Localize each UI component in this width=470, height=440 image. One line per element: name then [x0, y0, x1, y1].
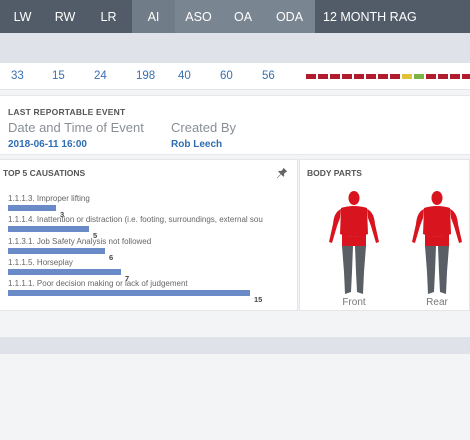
body-rear-figure[interactable]	[407, 190, 467, 298]
rear-label: Rear	[426, 297, 448, 308]
pin-icon[interactable]	[276, 167, 288, 179]
rear-head[interactable]	[431, 191, 443, 205]
rag-segment-red[interactable]	[330, 74, 340, 79]
causation-bar[interactable]	[8, 226, 89, 232]
causation-label: 1.1.1.5. Horseplay	[8, 258, 73, 267]
header-lr[interactable]: LR	[85, 0, 132, 33]
body-parts-panel: BODY PARTS Front Rear	[299, 159, 470, 311]
rag-segment-red[interactable]	[390, 74, 400, 79]
front-right-leg[interactable]	[342, 246, 353, 294]
rag-segment-red[interactable]	[378, 74, 388, 79]
metric-oa-value[interactable]: 60	[220, 70, 233, 82]
causation-bar[interactable]	[8, 248, 105, 254]
body-front-figure[interactable]	[324, 190, 384, 298]
event-date-value: 2018-06-11 16:00	[8, 139, 87, 150]
rag-segment-red[interactable]	[366, 74, 376, 79]
bottom-band	[0, 337, 470, 354]
rag-segment-green[interactable]	[414, 74, 424, 79]
causation-bar[interactable]	[8, 290, 250, 296]
rear-left-leg[interactable]	[438, 246, 449, 294]
metric-ai-value[interactable]: 198	[136, 70, 155, 82]
causation-label: 1.1.1.3. Improper lifting	[8, 194, 90, 203]
front-label: Front	[342, 297, 366, 308]
rag-segment-red[interactable]	[306, 74, 316, 79]
created-by-label: Created By	[171, 120, 237, 135]
date-label: Date and Time of Event	[8, 120, 144, 135]
front-torso[interactable]	[340, 206, 368, 237]
body-parts-title: BODY PARTS	[307, 168, 362, 178]
rag-segment-red[interactable]	[318, 74, 328, 79]
metric-lr-value[interactable]: 24	[94, 70, 107, 82]
causation-bar[interactable]	[8, 269, 121, 275]
rag-segment-red[interactable]	[342, 74, 352, 79]
header-oda[interactable]: ODA	[264, 0, 315, 33]
metric-header: LW RW LR AI ASO OA ODA 12 MONTH RAG	[0, 0, 470, 33]
causation-bar[interactable]	[8, 205, 56, 211]
created-by-value[interactable]: Rob Leech	[171, 139, 222, 150]
rag-segment-red[interactable]	[450, 74, 460, 79]
header-lw[interactable]: LW	[0, 0, 45, 33]
rear-right-arm[interactable]	[412, 209, 424, 243]
header-ai[interactable]: AI	[132, 0, 175, 33]
metric-lw-value[interactable]: 33	[11, 70, 24, 82]
sub-band	[0, 33, 470, 63]
header-12-month-rag[interactable]: 12 MONTH RAG	[315, 0, 470, 33]
causation-label: 1.1.1.1. Poor decision making or lack of…	[8, 279, 188, 288]
rag-segment-red[interactable]	[438, 74, 448, 79]
metric-aso-value[interactable]: 40	[178, 70, 191, 82]
metric-values-row: 33 15 24 198 40 60 56	[0, 63, 470, 90]
last-event-title: LAST REPORTABLE EVENT	[8, 107, 126, 117]
causations-panel: TOP 5 CAUSATIONS 1.1.1.3. Improper lifti…	[0, 159, 298, 311]
rag-strip	[306, 74, 470, 79]
rear-torso[interactable]	[423, 206, 451, 237]
rear-right-leg[interactable]	[425, 246, 436, 294]
rag-segment-red[interactable]	[354, 74, 364, 79]
front-left-arm[interactable]	[367, 209, 379, 243]
metric-oda-value[interactable]: 56	[262, 70, 275, 82]
front-right-arm[interactable]	[329, 209, 341, 243]
causation-count: 15	[254, 295, 263, 304]
header-oa[interactable]: OA	[222, 0, 264, 33]
rag-segment-red[interactable]	[426, 74, 436, 79]
causation-label: 1.1.3.1. Job Safety Analysis not followe…	[8, 237, 152, 246]
header-aso[interactable]: ASO	[175, 0, 222, 33]
rear-left-arm[interactable]	[450, 209, 462, 243]
rag-segment-yellow[interactable]	[402, 74, 412, 79]
front-head[interactable]	[348, 191, 360, 205]
causation-label: 1.1.1.4. Inattention or distraction (i.e…	[8, 215, 263, 224]
metric-rw-value[interactable]: 15	[52, 70, 65, 82]
rag-segment-red[interactable]	[462, 74, 470, 79]
causations-title: TOP 5 CAUSATIONS	[3, 168, 86, 178]
header-rw[interactable]: RW	[45, 0, 85, 33]
front-left-leg[interactable]	[355, 246, 366, 294]
last-event-panel: LAST REPORTABLE EVENT Date and Time of E…	[0, 95, 470, 155]
